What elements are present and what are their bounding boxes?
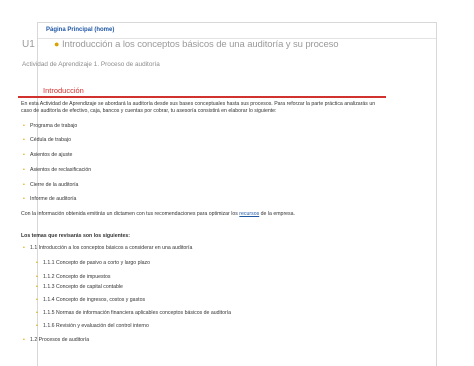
- list-item: Cierre de la auditoría: [30, 182, 79, 188]
- topics-heading: Los temas que revisarás son los siguient…: [21, 233, 130, 239]
- activity-title: Actividad de Aprendizaje 1. Proceso de a…: [22, 61, 160, 68]
- list-item: Programa de trabajo: [30, 123, 78, 129]
- subtopic-item: 1.1.1 Concepto de pasivo a corto y largo…: [43, 260, 150, 266]
- subtopic-item: 1.1.2 Concepto de impuestos: [43, 274, 111, 280]
- list-item: Cédula de trabajo: [30, 137, 71, 143]
- closing-text-before: Con la información obtenida emitirás un …: [21, 211, 238, 217]
- list-item: Asientos de reclasificación: [30, 167, 92, 173]
- bullet-icon: •: [36, 284, 38, 290]
- bullet-icon: •: [36, 297, 38, 303]
- bullet-icon: •: [23, 182, 25, 188]
- bullet-icon: •: [36, 260, 38, 266]
- bullet-icon: •: [23, 137, 25, 143]
- closing-paragraph: Con la información obtenida emitirás un …: [21, 211, 295, 217]
- closing-text-after: de la empresa.: [260, 211, 295, 217]
- bullet-icon: •: [36, 310, 38, 316]
- topic-item: 1.2 Procesos de auditoría: [30, 337, 90, 343]
- bullet-icon: •: [36, 274, 38, 280]
- unit-code: U1: [22, 39, 35, 50]
- subtopic-item: 1.1.5 Normas de información financiera a…: [43, 310, 232, 316]
- subtopic-item: 1.1.4 Concepto de ingresos, costos y gas…: [43, 297, 146, 303]
- bullet-icon: •: [23, 245, 25, 251]
- bullet-icon: •: [23, 123, 25, 129]
- bullet-icon: •: [23, 196, 25, 202]
- bullet-icon: •: [23, 152, 25, 158]
- top-bar: Página Principal (home): [38, 23, 436, 39]
- home-link[interactable]: Página Principal (home): [46, 27, 114, 33]
- unit-title: Introducción a los conceptos básicos de …: [62, 39, 339, 50]
- topic-item: 1.1 Introducción a los conceptos básicos…: [30, 245, 193, 251]
- subtopic-item: 1.1.6 Revisión y evaluación del control …: [43, 323, 149, 329]
- bullet-icon: •: [23, 167, 25, 173]
- subtopic-item: 1.1.3 Concepto de capital contable: [43, 284, 123, 290]
- section-title: Introducción: [43, 86, 84, 95]
- list-item: Informe de auditoría: [30, 196, 77, 202]
- unit-bullet-icon: ●: [54, 39, 60, 49]
- section-divider: [18, 96, 386, 98]
- list-item: Asientos de ajuste: [30, 152, 73, 158]
- bullet-icon: •: [23, 337, 25, 343]
- bullet-icon: •: [36, 323, 38, 329]
- resources-link[interactable]: recursos: [239, 211, 259, 217]
- intro-paragraph: En esta Actividad de Aprendizaje se abor…: [21, 101, 376, 115]
